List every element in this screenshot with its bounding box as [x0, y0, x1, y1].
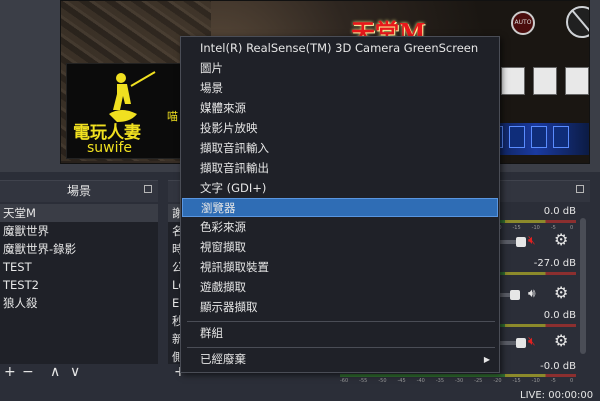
skill-cell: [509, 126, 525, 148]
meter-tick-label: -15: [512, 225, 521, 231]
remove-scene-button[interactable]: −: [22, 364, 34, 380]
menu-item-realsense[interactable]: Intel(R) RealSense(TM) 3D Camera GreenSc…: [182, 39, 498, 58]
menu-separator: [187, 321, 495, 322]
game-item-slots: [501, 67, 589, 99]
slider-knob[interactable]: [516, 237, 526, 247]
submenu-arrow-icon: ▶: [483, 355, 490, 364]
meter-tick-label: -50: [378, 378, 387, 384]
move-scene-down-button[interactable]: ∨: [70, 364, 80, 380]
menu-item-video-capture-device[interactable]: 視訊擷取裝置: [182, 258, 498, 277]
menu-item-audio-output[interactable]: 擷取音訊輸出: [182, 159, 498, 178]
meter-tick-label: -15: [512, 378, 521, 384]
no-entry-icon[interactable]: [566, 6, 589, 38]
muted-speaker-icon[interactable]: 🔇︎: [528, 334, 536, 349]
item-slot: [565, 67, 589, 95]
gear-icon[interactable]: ⚙: [554, 331, 568, 350]
scene-item[interactable]: 狼人殺: [0, 294, 158, 312]
add-scene-button[interactable]: +: [4, 364, 16, 380]
add-source-context-menu: Intel(R) RealSense(TM) 3D Camera GreenSc…: [180, 36, 500, 373]
menu-separator: [187, 347, 495, 348]
channel-db-readout: 0.0 dB: [543, 206, 576, 217]
logo-side-text: 喵: [167, 110, 178, 123]
channel-db-readout: 0.0 dB: [543, 310, 576, 321]
auto-button[interactable]: AUTO: [511, 11, 535, 35]
channel-db-readout: -0.0 dB: [540, 361, 576, 372]
scenes-list[interactable]: 天堂M 魔獸世界 魔獸世界-錄影 TEST TEST2 狼人殺: [0, 204, 158, 364]
menu-item-audio-input[interactable]: 擷取音訊輸入: [182, 139, 498, 158]
menu-item-group[interactable]: 群組: [182, 324, 498, 343]
meter-tick-label: -35: [435, 378, 444, 384]
scenes-toolbar: + − ∧ ∨: [0, 364, 158, 380]
scene-item[interactable]: 魔獸世界: [0, 222, 158, 240]
menu-item-window-capture[interactable]: 視窗擷取: [182, 238, 498, 257]
menu-item-game-capture[interactable]: 遊戲擷取: [182, 278, 498, 297]
slider-knob[interactable]: [516, 338, 526, 348]
scenes-title: 場景: [66, 184, 91, 198]
gear-icon[interactable]: ⚙: [554, 283, 568, 302]
muted-speaker-icon[interactable]: 🔇︎: [528, 233, 536, 248]
meter-tick-label: -60: [340, 378, 349, 384]
item-slot: [501, 67, 525, 95]
menu-item-scene[interactable]: 場景: [182, 79, 498, 98]
meter-tick-label: -45: [397, 378, 406, 384]
scene-item[interactable]: 天堂M: [0, 204, 158, 222]
skill-cell: [531, 126, 547, 148]
logo-sub-text: suwife: [87, 140, 133, 156]
item-slot: [533, 67, 557, 95]
menu-item-slideshow[interactable]: 投影片放映: [182, 119, 498, 138]
menu-item-color-source[interactable]: 色彩來源: [182, 218, 498, 237]
menu-item-image[interactable]: 圖片: [182, 59, 498, 78]
gear-icon[interactable]: ⚙: [554, 230, 568, 249]
scene-item[interactable]: TEST2: [0, 276, 158, 294]
streamer-logo: 電玩人妻 喵 suwife: [66, 63, 184, 159]
move-scene-up-button[interactable]: ∧: [50, 364, 60, 380]
menu-item-browser[interactable]: 瀏覽器: [182, 198, 498, 217]
dock-float-icon[interactable]: [576, 185, 584, 193]
mixer-scrollbar[interactable]: [580, 218, 586, 354]
meter-tick-label: -40: [416, 378, 425, 384]
scene-item[interactable]: 魔獸世界-錄影: [0, 240, 158, 258]
meter-tick-label: 0: [570, 225, 574, 231]
speaker-icon[interactable]: 🔊︎: [528, 286, 536, 301]
slider-knob[interactable]: [510, 290, 520, 300]
meter-tick-label: -10: [531, 225, 540, 231]
meter-tick-label: -5: [550, 378, 556, 384]
menu-item-media-source[interactable]: 媒體來源: [182, 99, 498, 118]
obs-window: 電玩人妻 喵 suwife 天堂M AUTO 場景 天堂M 魔獸世界 魔獸世界-…: [0, 0, 600, 401]
meter-tick-label: -55: [359, 378, 368, 384]
channel-db-readout: -27.0 dB: [533, 258, 576, 269]
menu-item-display-capture[interactable]: 顯示器擷取: [182, 298, 498, 317]
menu-item-deprecated[interactable]: 已經廢棄 ▶: [182, 350, 498, 369]
scene-item[interactable]: TEST: [0, 258, 158, 276]
scenes-dock-header: 場景: [0, 180, 158, 202]
deprecated-label: 已經廢棄: [200, 352, 246, 366]
volume-meter: [340, 374, 576, 377]
meter-tick-label: -30: [455, 378, 464, 384]
skill-cell: [553, 126, 569, 148]
meter-scale: -60-55-50-45-40-35-30-25-20-15-10-50: [340, 378, 576, 386]
meter-tick-label: -20: [493, 378, 502, 384]
menu-item-text-gdi[interactable]: 文字 (GDI+): [182, 179, 498, 198]
live-status: LIVE: 00:00:00: [520, 390, 594, 401]
meter-tick-label: -10: [531, 378, 540, 384]
meter-tick-label: -25: [474, 378, 483, 384]
dock-float-icon[interactable]: [144, 185, 152, 193]
mixer-dock-header: [500, 180, 590, 202]
meter-tick-label: 0: [570, 378, 574, 384]
